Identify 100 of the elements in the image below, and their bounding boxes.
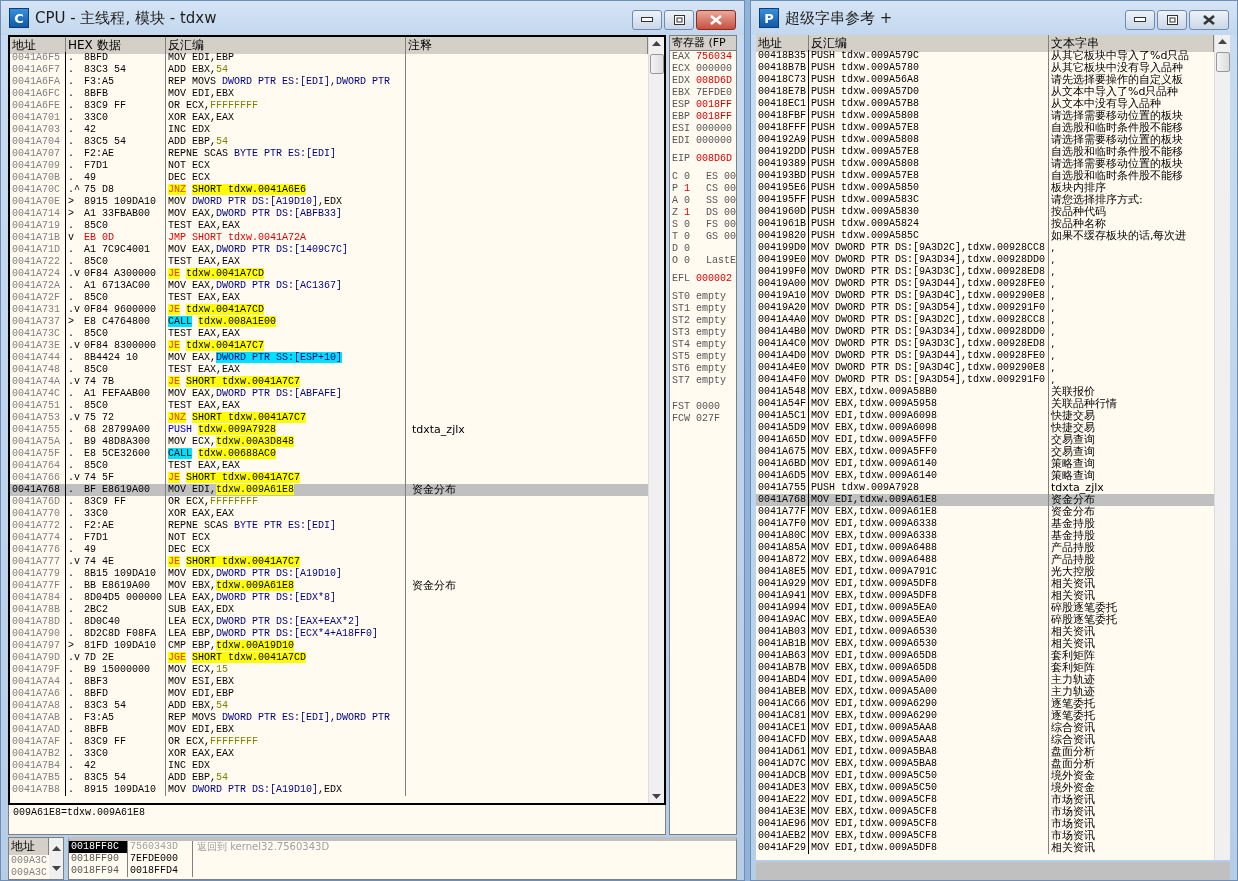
string-row[interactable]: 0041A548 MOV EBX,tdxw.009A58B0 关联报价 — [756, 386, 1214, 398]
minimize-button[interactable] — [632, 10, 662, 30]
string-row[interactable]: 0041A4F0 MOV DWORD PTR DS:[9A3D54],tdxw.009291F0 , — [756, 374, 1214, 386]
code-row[interactable]: 0041A78B . 2BC2 SUB EAX,EDX — [10, 604, 648, 616]
string-row[interactable]: 0041ACFD MOV EBX,tdxw.009A5AA8 综合资讯 — [756, 734, 1214, 746]
code-row[interactable]: 0041A74C . A1 FEFAAB00 MOV EAX,DWORD PTR DS:[ABFAFE] — [10, 388, 648, 400]
register-value[interactable]: 008D6D — [696, 75, 733, 87]
code-row[interactable]: 0041A703 . 42 INC EDX — [10, 124, 648, 136]
string-row[interactable]: 00419A10 MOV DWORD PTR DS:[9A3D4C],tdxw.009290E8 , — [756, 290, 1214, 302]
string-row[interactable]: 00419A00 MOV DWORD PTR DS:[9A3D44],tdxw.00928FE0 , — [756, 278, 1214, 290]
register-value[interactable]: 0018FF — [696, 99, 733, 111]
string-row[interactable]: 0041A8E5 MOV EDI,tdxw.009A791C 光大控股 — [756, 566, 1214, 578]
string-row[interactable]: 0041961B PUSH tdxw.009A5824 按品种名称 — [756, 218, 1214, 230]
code-row[interactable]: 0041A71D . A1 7C9C4001 MOV EAX,DWORD PTR DS:[1409C7C] — [10, 244, 648, 256]
string-row[interactable]: 0041A4C0 MOV DWORD PTR DS:[9A3D3C],tdxw.00928ED8 , — [756, 338, 1214, 350]
string-row[interactable]: 0041A5D9 MOV EBX,tdxw.009A6098 快捷交易 — [756, 422, 1214, 434]
string-row[interactable]: 0041A4B0 MOV DWORD PTR DS:[9A3D34],tdxw.00928DD0 , — [756, 326, 1214, 338]
code-row[interactable]: 0041A72A . A1 6713AC00 MOV EAX,DWORD PTR DS:[AC1367] — [10, 280, 648, 292]
flag-value[interactable]: 0 — [684, 171, 691, 183]
string-row[interactable]: 004195FF PUSH tdxw.009A583C 请您选择排序方式: — [756, 194, 1214, 206]
string-row[interactable]: 0041AD7C MOV EBX,tdxw.009A5BA8 盘面分析 — [756, 758, 1214, 770]
column-header[interactable]: 地址 — [9, 838, 49, 855]
code-row[interactable]: 0041A6FC . 8BFB MOV EDI,EBX — [10, 88, 648, 100]
column-header[interactable]: HEX 数据 — [66, 37, 166, 54]
code-row[interactable]: 0041A724 .v 0F84 A300000 JE tdxw.0041A7CD — [10, 268, 648, 280]
code-row[interactable]: 0041A777 .v 74 4E JE SHORT tdxw.0041A7C7 — [10, 556, 648, 568]
code-row[interactable]: 0041A7A8 . 83C3 54 ADD EBX,54 — [10, 700, 648, 712]
string-row[interactable]: 0041AEB2 MOV EBX,tdxw.009A5CF8 市场资讯 — [756, 830, 1214, 842]
string-row[interactable]: 0041A7F0 MOV EDI,tdxw.009A6338 基金持股 — [756, 518, 1214, 530]
flag-value[interactable]: 1 — [684, 207, 691, 219]
string-row[interactable]: 0041AF29 MOV EDI,tdxw.009A5DF8 相关资讯 — [756, 842, 1214, 854]
string-row[interactable]: 0041A4E0 MOV DWORD PTR DS:[9A3D4C],tdxw.009290E8 , — [756, 362, 1214, 374]
scroll-down-icon[interactable] — [652, 794, 661, 799]
string-row[interactable]: 0041ADCB MOV EDI,tdxw.009A5C50 境外资金 — [756, 770, 1214, 782]
code-row[interactable]: 0041A704 . 83C5 54 ADD EBP,54 — [10, 136, 648, 148]
flag-value[interactable]: 0 — [684, 243, 691, 255]
scroll-down-icon[interactable] — [51, 866, 61, 872]
code-row[interactable]: 0041A7A6 . 8BFD MOV EDI,EBP — [10, 688, 648, 700]
string-row[interactable]: 0041AD61 MOV EDI,tdxw.009A5BA8 盘面分析 — [756, 746, 1214, 758]
code-row[interactable]: 0041A707 . F2:AE REPNE SCAS BYTE PTR ES:[EDI] — [10, 148, 648, 160]
register-value[interactable]: 756034 — [696, 51, 733, 63]
code-row[interactable]: 0041A774 . F7D1 NOT ECX — [10, 532, 648, 544]
code-row[interactable]: 0041A76D . 83C9 FF OR ECX,FFFFFFFF — [10, 496, 648, 508]
stack-address[interactable]: 0018FF90 — [69, 853, 127, 865]
string-row[interactable]: 004195E6 PUSH tdxw.009A5850 板块内排序 — [756, 182, 1214, 194]
maximize-button[interactable] — [664, 10, 694, 30]
code-row[interactable]: 0041A784 . 8D04D5 000000 LEA EAX,DWORD PTR DS:[EDX*8] — [10, 592, 648, 604]
code-row[interactable]: 0041A79F . B9 15000000 MOV ECX,15 — [10, 664, 648, 676]
string-row[interactable]: 0041A929 MOV EDI,tdxw.009A5DF8 相关资讯 — [756, 578, 1214, 590]
stack-address[interactable]: 0018FF94 — [69, 865, 127, 877]
code-row[interactable]: 0041A7AD . 8BFB MOV EDI,EBX — [10, 724, 648, 736]
string-row[interactable]: 00418E7B PUSH tdxw.009A57D0 从文本中导入了%d只品种 — [756, 86, 1214, 98]
scroll-up-icon[interactable] — [51, 845, 61, 851]
register-value[interactable]: 0018FF — [696, 111, 733, 123]
code-row[interactable]: 0041A74A .v 74 7B JE SHORT tdxw.0041A7C7 — [10, 376, 648, 388]
string-row[interactable]: 0041AE3E MOV EBX,tdxw.009A5CF8 市场资讯 — [756, 806, 1214, 818]
code-row[interactable]: 0041A7AF . 83C9 FF OR ECX,FFFFFFFF — [10, 736, 648, 748]
maximize-button[interactable] — [1157, 10, 1187, 30]
string-row[interactable]: 0041A4D0 MOV DWORD PTR DS:[9A3D44],tdxw.00928FE0 , — [756, 350, 1214, 362]
code-row[interactable]: 0041A709 . F7D1 NOT ECX — [10, 160, 648, 172]
code-row[interactable]: 0041A77F . BB E8619A00 MOV EBX,tdxw.009A61E8 资金分布 — [10, 580, 648, 592]
string-row[interactable]: 0041A768 MOV EDI,tdxw.009A61E8 资金分布 — [756, 494, 1214, 506]
code-row[interactable]: 0041A7B5 . 83C5 54 ADD EBP,54 — [10, 772, 648, 784]
string-row[interactable]: 0041AB03 MOV EDI,tdxw.009A6530 相关资讯 — [756, 626, 1214, 638]
column-header[interactable]: 注释 — [406, 37, 648, 54]
register-value[interactable]: 000000 — [696, 123, 733, 135]
string-row[interactable]: 0041AB1B MOV EBX,tdxw.009A6530 相关资讯 — [756, 638, 1214, 650]
flag-value[interactable]: 0 — [684, 231, 691, 243]
string-row[interactable]: 0041A9AC MOV EBX,tdxw.009A5EA0 碎股逐笔委托 — [756, 614, 1214, 626]
scroll-thumb[interactable] — [1215, 52, 1230, 72]
minimize-button[interactable] — [1125, 10, 1155, 30]
string-row[interactable]: 004199D0 MOV DWORD PTR DS:[9A3D2C],tdxw.00928CC8 , — [756, 242, 1214, 254]
code-row[interactable]: 0041A7B4 . 42 INC EDX — [10, 760, 648, 772]
code-row[interactable]: 0041A7B8 . 8915 109DA10 MOV DWORD PTR DS:[A19D10],EDX — [10, 784, 648, 796]
code-row[interactable]: 0041A70C .^ 75 D8 JNZ SHORT tdxw.0041A6E6 — [10, 184, 648, 196]
string-row[interactable]: 0041A941 MOV EBX,tdxw.009A5DF8 相关资讯 — [756, 590, 1214, 602]
close-button[interactable] — [1189, 10, 1229, 30]
string-row[interactable]: 0041A80C MOV EBX,tdxw.009A6338 基金持股 — [756, 530, 1214, 542]
code-row[interactable]: 0041A6F5 . 8BFD MOV EDI,EBP — [10, 52, 648, 64]
flag-value[interactable]: 1 — [684, 183, 691, 195]
code-row[interactable]: 0041A7A4 . 8BF3 MOV ESI,EBX — [10, 676, 648, 688]
string-row[interactable]: 0041A872 MOV EBX,tdxw.009A6488 产品持股 — [756, 554, 1214, 566]
code-row[interactable]: 0041A768 . BF E8619A00 MOV EDI,tdxw.009A61E8 资金分布 — [10, 484, 648, 496]
string-row[interactable]: 0041A6D5 MOV EBX,tdxw.009A6140 策略查询 — [756, 470, 1214, 482]
string-row[interactable]: 0041A85A MOV EDI,tdxw.009A6488 产品持股 — [756, 542, 1214, 554]
code-row[interactable]: 0041A714 > A1 33FBAB00 MOV EAX,DWORD PTR DS:[ABFB33] — [10, 208, 648, 220]
register-value[interactable]: 008D6D — [696, 153, 733, 165]
string-row[interactable]: 0041ACE1 MOV EDI,tdxw.009A5AA8 综合资讯 — [756, 722, 1214, 734]
column-header[interactable]: 反汇编 — [166, 37, 406, 54]
string-row[interactable]: 0041AB7B MOV EBX,tdxw.009A65D8 套利矩阵 — [756, 662, 1214, 674]
string-row[interactable]: 0041AB63 MOV EDI,tdxw.009A65D8 套利矩阵 — [756, 650, 1214, 662]
scroll-up-icon[interactable] — [652, 41, 661, 46]
code-row[interactable]: 0041A7B2 . 33C0 XOR EAX,EAX — [10, 748, 648, 760]
string-row[interactable]: 0041A4A0 MOV DWORD PTR DS:[9A3D2C],tdxw.00928CC8 , — [756, 314, 1214, 326]
string-row[interactable]: 0041A994 MOV EDI,tdxw.009A5EA0 碎股逐笔委托 — [756, 602, 1214, 614]
string-row[interactable]: 0041AC66 MOV EDI,tdxw.009A6290 逐笔委托 — [756, 698, 1214, 710]
string-row[interactable]: 00418B35 PUSH tdxw.009A579C 从其它板块中导入了%d只品 — [756, 50, 1214, 62]
string-row[interactable]: 0041A65D MOV EDI,tdxw.009A5FF0 交易查询 — [756, 434, 1214, 446]
code-row[interactable]: 0041A6FE . 83C9 FF OR ECX,FFFFFFFF — [10, 100, 648, 112]
column-header[interactable]: 地址 — [756, 35, 809, 52]
